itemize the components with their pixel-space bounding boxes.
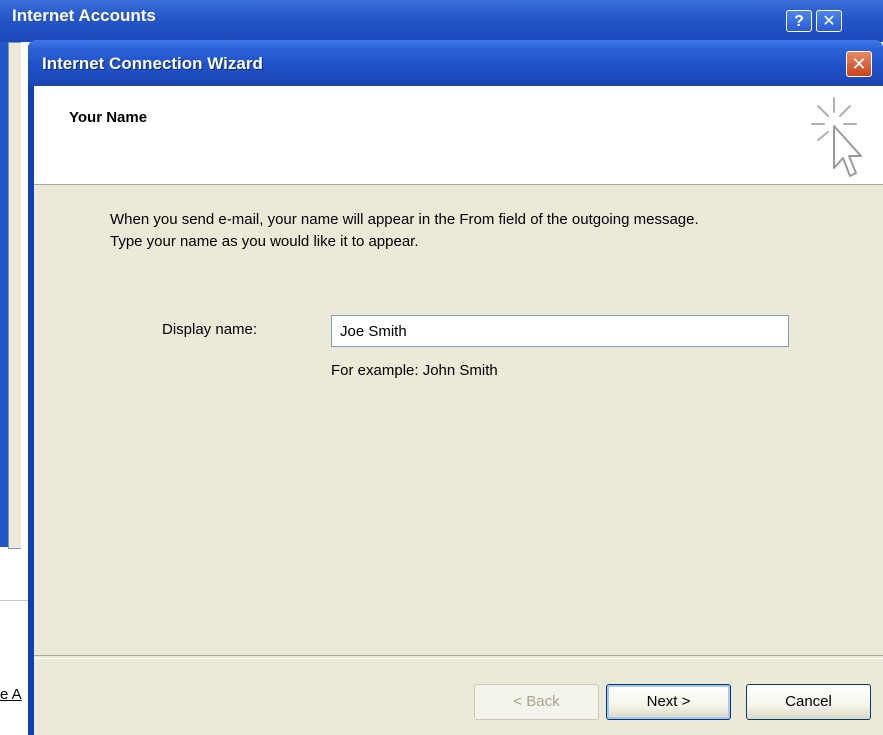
cancel-button[interactable]: Cancel [746, 684, 871, 720]
intro-text-line-2: Type your name as you would like it to a… [110, 233, 419, 250]
wizard-content: When you send e-mail, your name will app… [34, 185, 883, 655]
next-button[interactable]: Next > [606, 684, 731, 720]
internet-connection-wizard: Internet Connection Wizard ✕ Your Name W… [28, 40, 883, 735]
display-name-input[interactable] [331, 315, 789, 347]
internet-accounts-title: Internet Accounts [12, 6, 156, 25]
help-button[interactable]: ? [786, 10, 812, 32]
internet-accounts-titlebar: Internet Accounts ? ✕ [0, 0, 883, 42]
wizard-header: Your Name [34, 86, 883, 185]
display-name-label: Display name: [162, 321, 258, 338]
wizard-titlebar[interactable]: Internet Connection Wizard ✕ [28, 40, 883, 86]
display-name-example: For example: John Smith [331, 362, 498, 379]
internet-accounts-border [0, 42, 8, 547]
wizard-title: Internet Connection Wizard [42, 54, 263, 73]
internet-accounts-close-button[interactable]: ✕ [816, 10, 842, 32]
footer-divider [34, 655, 883, 659]
wizard-frame: Your Name When you send e-mail, your nam… [34, 86, 883, 735]
wizard-close-button[interactable]: ✕ [846, 51, 872, 77]
internet-accounts-body [8, 42, 21, 549]
internet-accounts-link[interactable]: e A [0, 686, 22, 703]
page-title: Your Name [69, 109, 148, 126]
back-button[interactable]: < Back [474, 684, 599, 720]
wizard-cursor-sparkle-icon [811, 97, 862, 177]
intro-text-line-1: When you send e-mail, your name will app… [110, 211, 699, 228]
